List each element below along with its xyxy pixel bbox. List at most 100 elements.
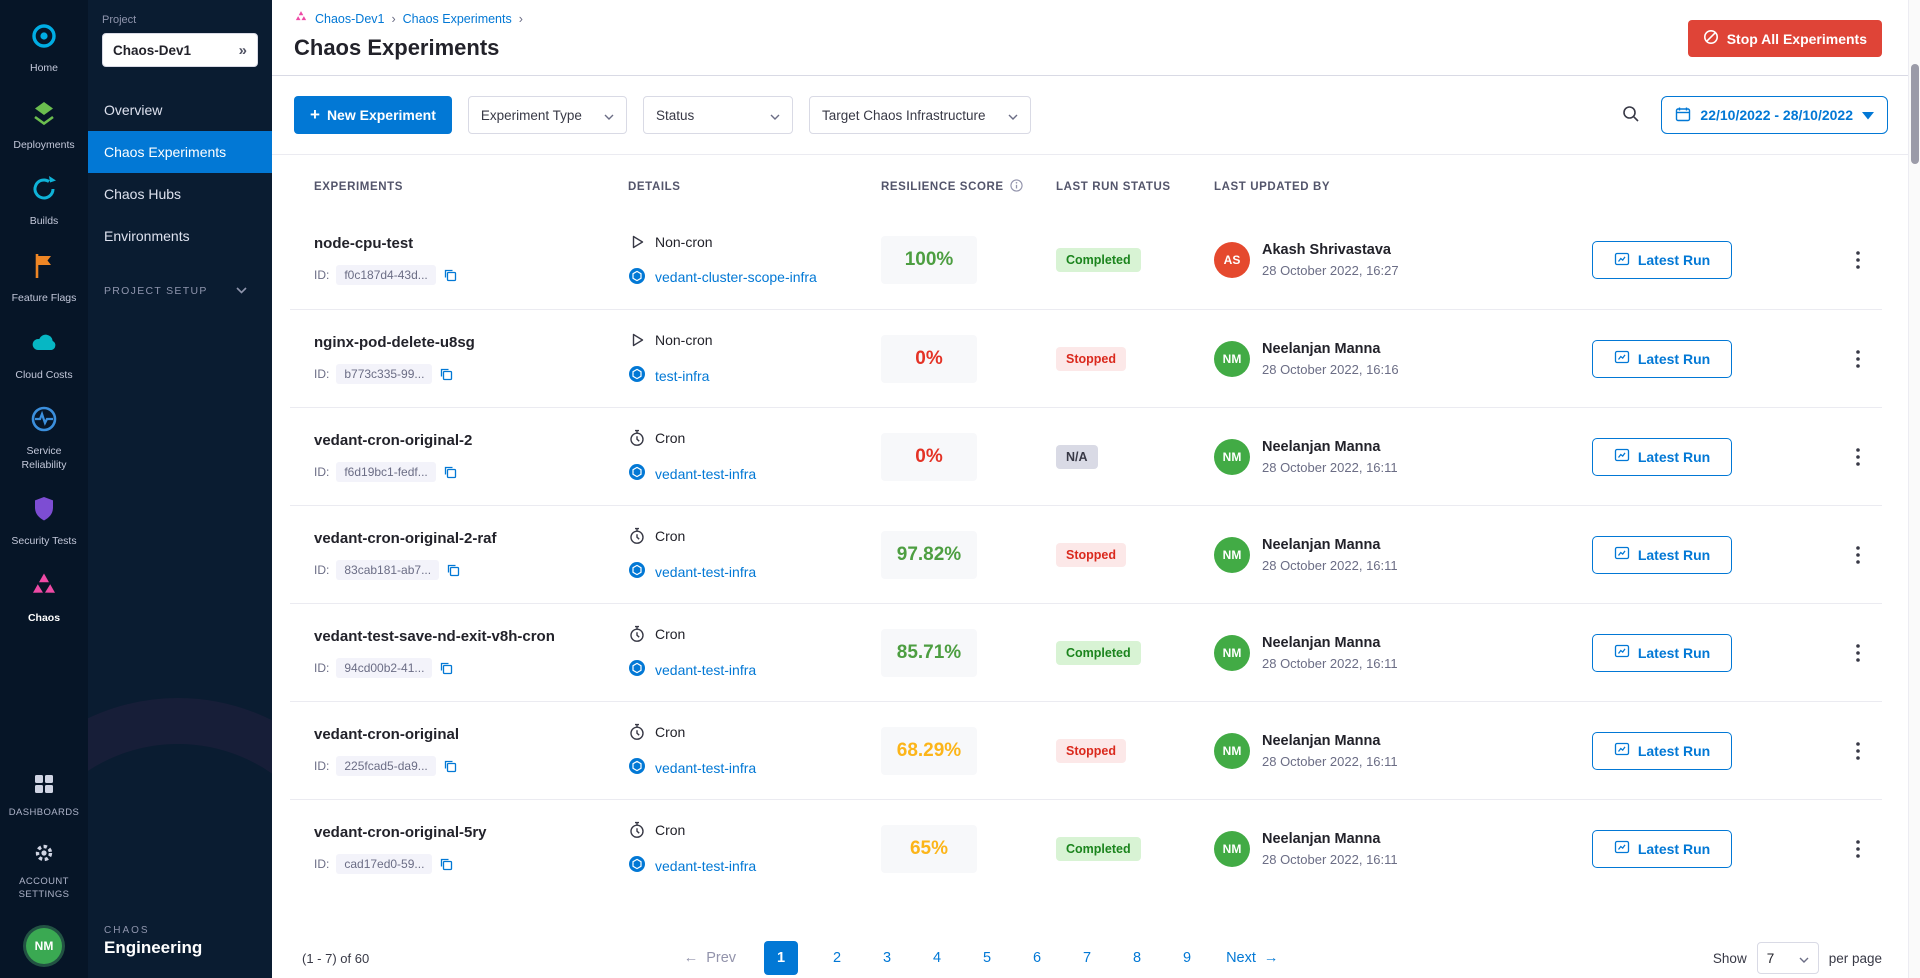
sidebar-item-overview[interactable]: Overview [88,89,272,131]
run-report-icon [1614,839,1630,858]
experiment-name[interactable]: vedant-cron-original-2-raf [314,530,628,547]
deployments-icon [29,98,59,133]
avatar: NM [1214,831,1250,867]
nav-item-chaos[interactable]: Chaos [0,560,88,637]
copy-icon[interactable] [446,563,460,577]
latest-run-label: Latest Run [1638,547,1710,563]
nav-item-cloud-costs[interactable]: Cloud Costs [0,317,88,394]
infrastructure-link[interactable]: vedant-test-infra [655,858,756,874]
infrastructure-link[interactable]: test-infra [655,368,709,384]
experiment-name[interactable]: vedant-cron-original [314,726,628,743]
latest-run-button[interactable]: Latest Run [1592,438,1732,476]
copy-icon[interactable] [439,367,453,381]
sidebar-item-environments[interactable]: Environments [88,215,272,257]
scrollbar-thumb[interactable] [1911,64,1919,164]
breadcrumb-experiments-link[interactable]: Chaos Experiments [403,12,512,26]
page-button-4[interactable]: 4 [926,941,948,975]
chevron-down-icon [1799,951,1809,966]
filter-experiment-type[interactable]: Experiment Type [468,96,627,134]
chaos-mark-icon [294,10,308,27]
row-menu-kebab-icon[interactable] [1844,440,1872,474]
copy-icon[interactable] [443,465,457,479]
page-button-7[interactable]: 7 [1076,941,1098,975]
page-button-5[interactable]: 5 [976,941,998,975]
nav-item-builds[interactable]: Builds [0,163,88,240]
filter-target-chaos-infrastructure[interactable]: Target Chaos Infrastructure [809,96,1031,134]
arrow-left-icon: ← [684,950,699,966]
infrastructure-link[interactable]: vedant-test-infra [655,760,756,776]
page-button-9[interactable]: 9 [1176,941,1198,975]
updated-timestamp: 28 October 2022, 16:11 [1262,754,1398,769]
copy-icon[interactable] [439,661,453,675]
scrollbar-track[interactable] [1908,0,1920,978]
latest-run-button[interactable]: Latest Run [1592,340,1732,378]
filter-status[interactable]: Status [643,96,793,134]
user-avatar[interactable]: NM [26,928,62,964]
copy-icon[interactable] [443,268,457,282]
latest-run-button[interactable]: Latest Run [1592,732,1732,770]
project-setup-toggle[interactable]: PROJECT SETUP [88,285,272,297]
builds-icon [29,174,59,209]
prev-page-button[interactable]: ← Prev [684,950,736,966]
latest-run-button[interactable]: Latest Run [1592,536,1732,574]
latest-run-button[interactable]: Latest Run [1592,634,1732,672]
row-menu-kebab-icon[interactable] [1844,832,1872,866]
experiment-name[interactable]: vedant-cron-original-5ry [314,824,628,841]
page-button-2[interactable]: 2 [826,941,848,975]
infrastructure-link[interactable]: vedant-cluster-scope-infra [655,269,817,285]
nav-item-label: Service Reliability [3,445,85,472]
row-menu-kebab-icon[interactable] [1844,538,1872,572]
table-row: vedant-cron-original-2-raf ID: 83cab181-… [290,505,1882,603]
page-button-6[interactable]: 6 [1026,941,1048,975]
latest-run-button[interactable]: Latest Run [1592,241,1732,279]
breadcrumb-project-link[interactable]: Chaos-Dev1 [315,12,384,26]
nav-item-feature-flags[interactable]: Feature Flags [0,240,88,317]
sidebar-item-chaos-experiments[interactable]: Chaos Experiments [88,131,272,173]
search-button[interactable] [1615,98,1647,133]
nav-item-service-reliability[interactable]: Service Reliability [0,393,88,483]
infrastructure-link[interactable]: vedant-test-infra [655,564,756,580]
new-experiment-button[interactable]: + New Experiment [294,96,452,134]
page-title: Chaos Experiments [294,35,1882,61]
infrastructure-link[interactable]: vedant-test-infra [655,466,756,482]
infrastructure-icon [628,561,646,582]
nav-item-home[interactable]: Home [0,10,88,87]
next-page-button[interactable]: Next → [1226,950,1278,966]
row-menu-kebab-icon[interactable] [1844,342,1872,376]
date-range-picker[interactable]: 22/10/2022 - 28/10/2022 [1661,96,1888,134]
run-report-icon [1614,251,1630,270]
module-eyebrow: CHAOS [104,925,272,936]
stop-all-experiments-button[interactable]: Stop All Experiments [1688,20,1882,57]
new-experiment-label: New Experiment [327,107,436,123]
collapse-sidebar-icon[interactable]: » [239,42,247,59]
sidebar-item-chaos-hubs[interactable]: Chaos Hubs [88,173,272,215]
experiment-name[interactable]: vedant-test-save-nd-exit-v8h-cron [314,628,628,645]
row-menu-kebab-icon[interactable] [1844,636,1872,670]
user-name: Neelanjan Manna [1262,733,1398,749]
row-menu-kebab-icon[interactable] [1844,734,1872,768]
experiment-name[interactable]: nginx-pod-delete-u8sg [314,334,628,351]
nav-item-deployments[interactable]: Deployments [0,87,88,164]
updated-timestamp: 28 October 2022, 16:11 [1262,558,1398,573]
avatar: NM [1214,733,1250,769]
page-button-1[interactable]: 1 [764,941,798,975]
info-icon[interactable] [1010,179,1023,195]
page-button-8[interactable]: 8 [1126,941,1148,975]
nav-item-label: ACCOUNT SETTINGS [3,876,85,901]
nav-item-account-settings[interactable]: ACCOUNT SETTINGS [0,830,88,912]
row-menu-kebab-icon[interactable] [1844,243,1872,277]
infrastructure-link[interactable]: vedant-test-infra [655,662,756,678]
page-size-select[interactable]: 7 [1757,942,1819,974]
next-label: Next [1226,950,1256,966]
nav-item-dashboards[interactable]: DASHBOARDS [0,761,88,830]
copy-icon[interactable] [443,759,457,773]
id-prefix: ID: [314,563,329,577]
experiment-name[interactable]: node-cpu-test [314,235,628,252]
copy-icon[interactable] [439,857,453,871]
experiment-name[interactable]: vedant-cron-original-2 [314,432,628,449]
column-last-updated-by: LAST UPDATED BY [1214,181,1592,193]
latest-run-button[interactable]: Latest Run [1592,830,1732,868]
project-selector[interactable]: Chaos-Dev1 » [102,33,258,67]
page-button-3[interactable]: 3 [876,941,898,975]
nav-item-security-tests[interactable]: Security Tests [0,483,88,560]
